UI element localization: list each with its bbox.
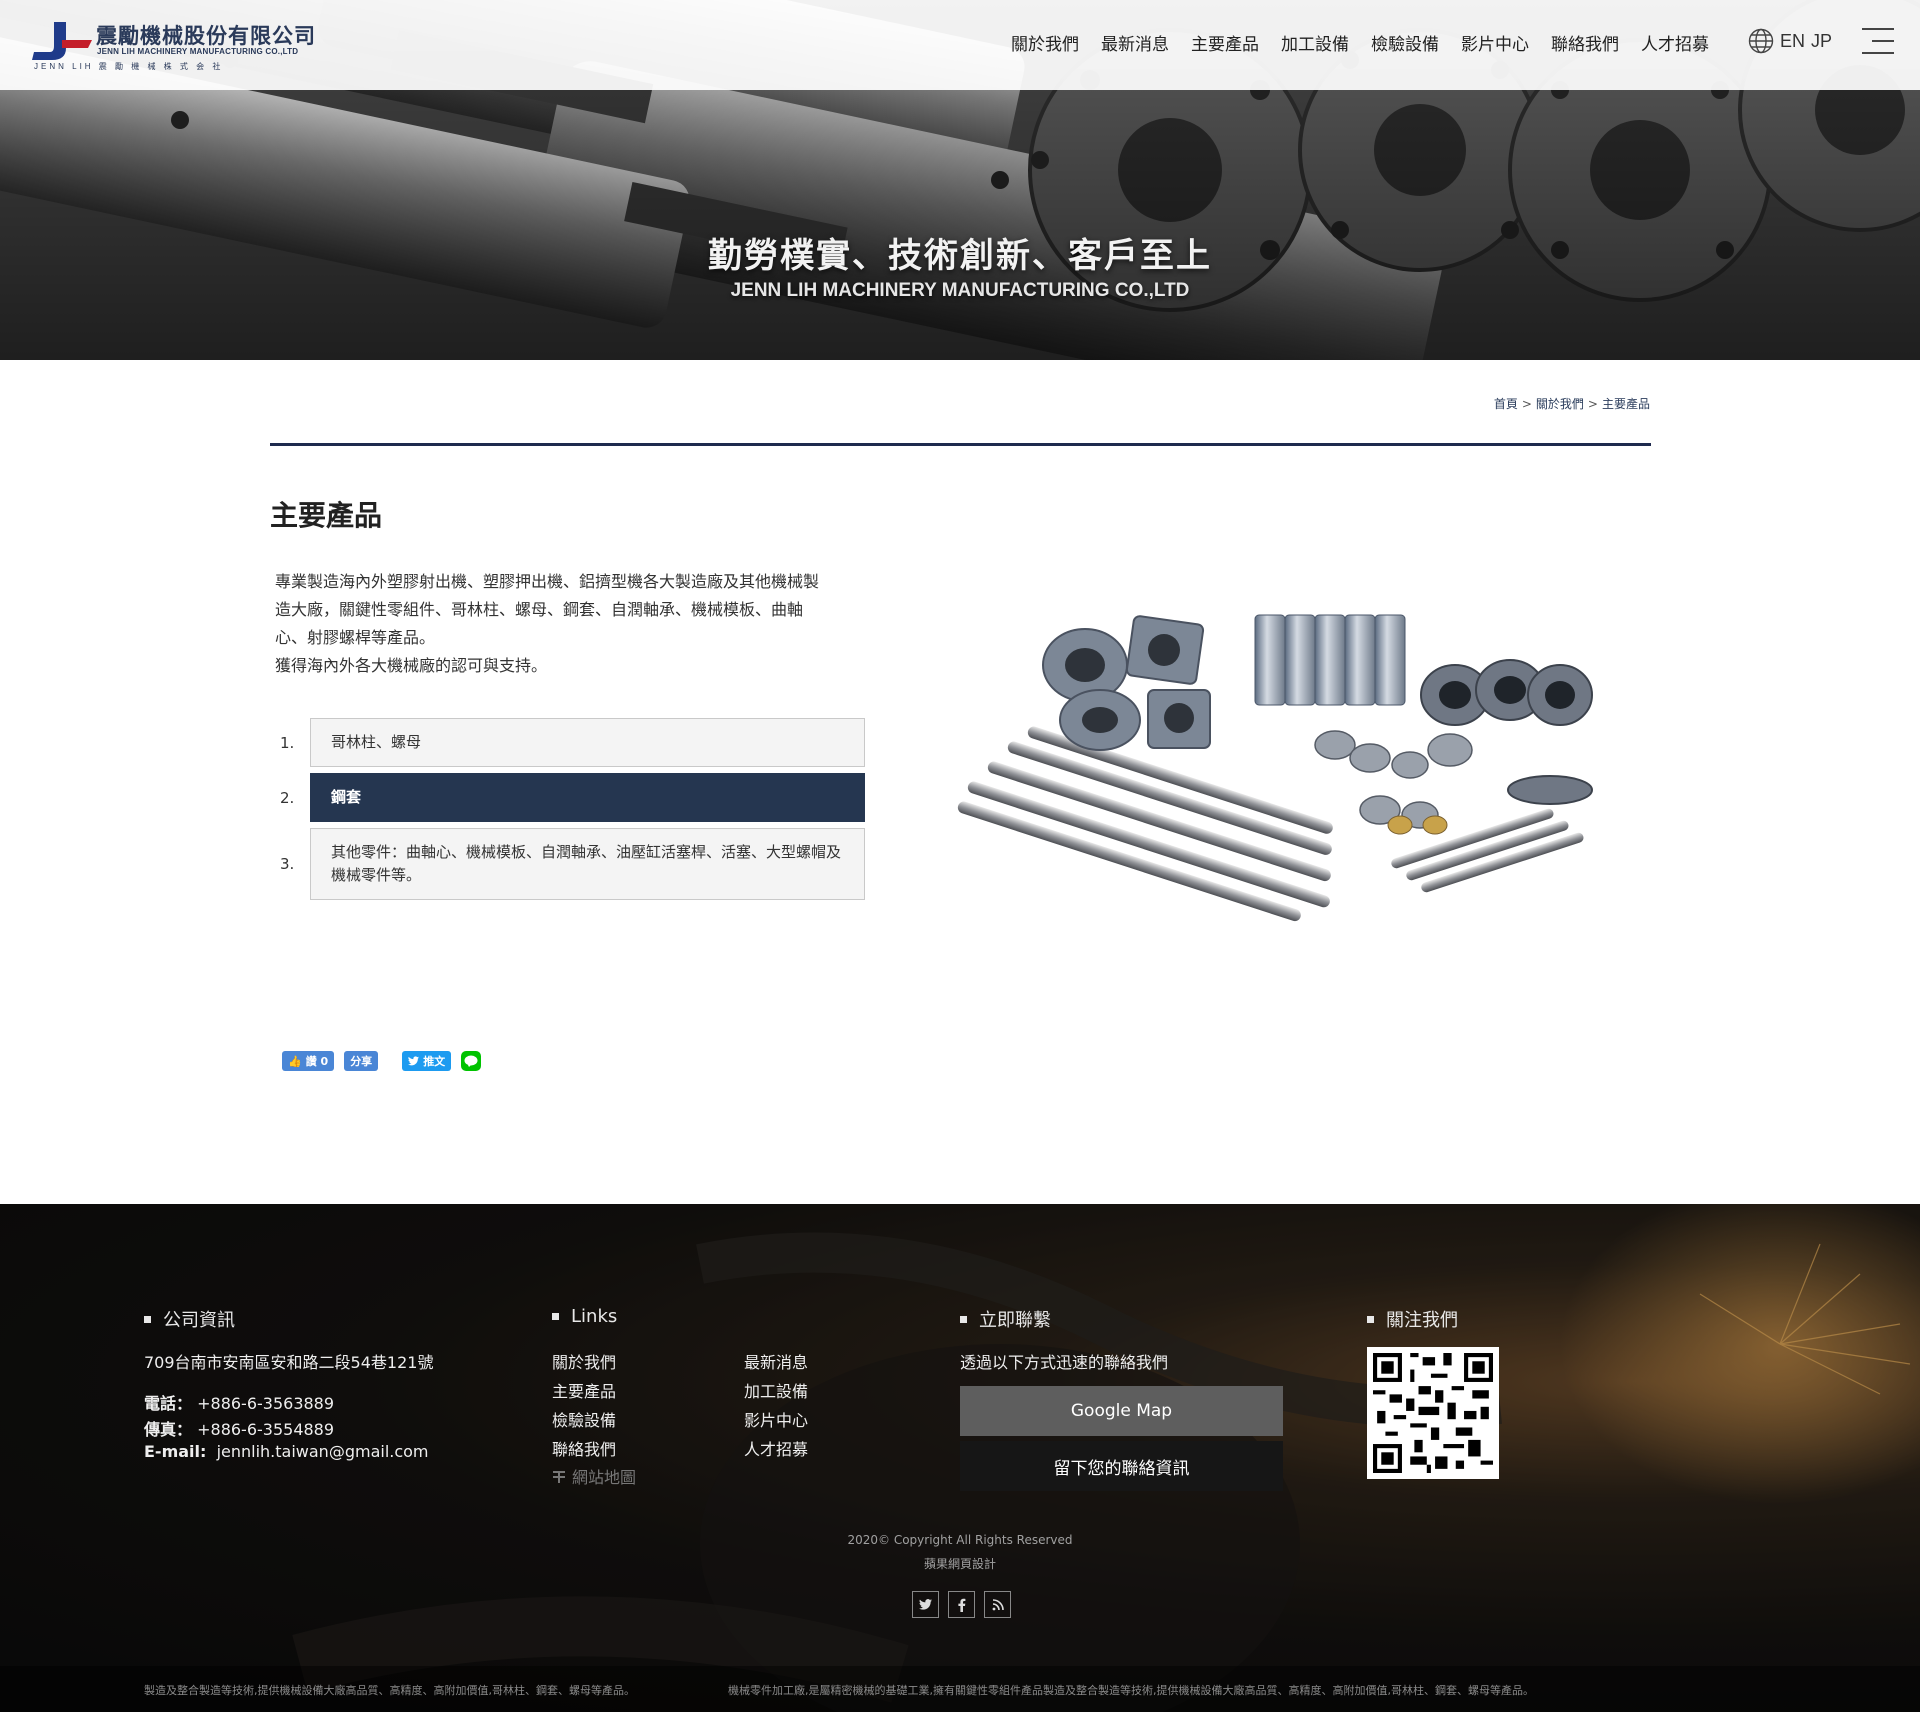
qr-code-image [1367,1347,1499,1479]
footer-bottom-text-right: 機械零件加工廠,是屬精密機械的基礎工業,擁有關鍵性零組件產品製造及整合製造等技術… [728,1684,1534,1697]
intro-line: 專業製造海內外塑膠射出機、塑膠押出機、鋁擠型機各大製造廠及其他機械製 [275,572,820,591]
logo-company-english: JENN LIH MACHINERY MANUFACTURING CO.,LTD [97,47,299,56]
intro-line: 心、射膠螺桿等產品。 [275,628,436,647]
footer-address: 709台南市安南區安和路二段54巷121號 [144,1353,434,1372]
list-item: 3. 其他零件：曲軸心、機械模板、自潤軸承、油壓缸活塞桿、活塞、大型螺帽及機械零… [280,828,865,900]
product-steel-sleeve[interactable]: 鋼套 [310,773,865,822]
copyright-text: 2020© Copyright All Rights Reserved [847,1533,1073,1547]
footer-company-title: 公司資訊 [144,1306,235,1332]
intro-line: 造大廠，關鍵性零組件、哥林柱、螺母、鋼套、自潤軸承、機械模板、曲軸 [275,600,804,619]
intro-text: 專業製造海內外塑膠射出機、塑膠押出機、鋁擠型機各大製造廠及其他機械製 造大廠，關… [275,568,865,680]
nav-news[interactable]: 最新消息 [1090,30,1180,55]
breadcrumb-current[interactable]: 主要產品 [1602,397,1650,411]
like-count: 讚 0 [305,1055,329,1068]
list-item: 2. 鋼套 [280,773,865,822]
footer-link-news[interactable]: 最新消息 [744,1349,808,1373]
hamburger-icon[interactable] [1862,28,1894,54]
footer-link-recruitment[interactable]: 人才招募 [744,1436,808,1460]
nav-inspection-equipment[interactable]: 檢驗設備 [1360,30,1450,55]
product-parts-image [957,614,1593,922]
google-map-button[interactable]: Google Map [960,1386,1283,1436]
nav-video-center[interactable]: 影片中心 [1450,30,1540,55]
footer-contact-text: 透過以下方式迅速的聯絡我們 [960,1353,1169,1372]
globe-icon [1748,28,1774,54]
footer-link-about[interactable]: 關於我們 [552,1349,616,1373]
line-icon[interactable] [461,1051,482,1071]
lang-jp-link[interactable]: JP [1811,31,1832,52]
intro-line: 獲得海內外各大機械廠的認可與支持。 [275,656,548,675]
social-share-bar: 👍 讚 0 分享 推文 [282,1051,482,1071]
banner-title: 勤勞樸實、技術創新、客戶至上 [708,236,1212,276]
footer-contact-title: 立即聯繫 [960,1306,1051,1332]
product-other-parts[interactable]: 其他零件：曲軸心、機械模板、自潤軸承、油壓缸活塞桿、活塞、大型螺帽及機械零件等。 [310,828,865,900]
rss-icon[interactable] [984,1591,1011,1618]
footer-fax: 傳真： +886-6-3554889 [144,1420,335,1439]
footer-link-inspection[interactable]: 檢驗設備 [552,1407,616,1431]
footer-tel: 電話： +886-6-3563889 [144,1394,335,1413]
footer-link-processing[interactable]: 加工設備 [744,1378,808,1402]
footer-link-videos[interactable]: 影片中心 [744,1407,808,1431]
twitter-icon[interactable] [912,1591,939,1618]
breadcrumb: 首頁 > 關於我們 > 主要產品 [1493,397,1650,411]
logo-company-name: 震勵機械股份有限公司 [96,24,316,48]
footer-links-title: Links [552,1306,617,1327]
product-tie-bar-nut[interactable]: 哥林柱、螺母 [310,718,865,767]
list-item: 1. 哥林柱、螺母 [280,718,865,767]
company-logo[interactable]: 震勵機械股份有限公司 JENN LIH MACHINERY MANUFACTUR… [32,18,322,74]
facebook-like-button[interactable]: 👍 讚 0 [282,1051,335,1071]
footer-email[interactable]: E-mail: jennlih.taiwan@gmail.com [144,1442,429,1461]
nav-contact[interactable]: 聯絡我們 [1540,30,1630,55]
nav-recruitment[interactable]: 人才招募 [1630,30,1720,55]
twitter-tweet-button[interactable]: 推文 [402,1051,452,1071]
nav-products[interactable]: 主要產品 [1180,30,1270,55]
footer-sitemap-link[interactable]: 網站地圖 [552,1464,636,1488]
twitter-icon [408,1056,420,1066]
product-list: 1. 哥林柱、螺母 2. 鋼套 3. 其他零件：曲軸心、機械模板、自潤軸承、油壓… [280,718,865,906]
designer-credit[interactable]: 蘋果網頁設計 [0,1552,1920,1576]
logo-company-subtitle: JENN LIH 震 勵 機 械 株 式 会 社 [34,62,224,71]
product-number: 3. [280,855,295,873]
logo-mark-icon [32,22,92,60]
footer-link-contact[interactable]: 聯絡我們 [552,1436,616,1460]
nav-processing-equipment[interactable]: 加工設備 [1270,30,1360,55]
product-number: 1. [280,733,295,752]
lang-en-link[interactable]: EN [1780,31,1805,52]
footer-bottom-text-left: 製造及整合製造等技術,提供機械設備大廠高品質、高精度、高附加價值,哥林柱、鋼套、… [144,1684,635,1697]
footer-link-products[interactable]: 主要產品 [552,1378,616,1402]
sitemap-icon [553,1471,565,1483]
nav-about[interactable]: 關於我們 [1000,30,1090,55]
copyright: 2020© Copyright All Rights Reserved 蘋果網頁… [0,1528,1920,1576]
tweet-label: 推文 [423,1055,446,1068]
facebook-share-button[interactable]: 分享 [344,1051,379,1071]
language-switcher: EN JP [1748,28,1832,54]
main-nav: 關於我們 最新消息 主要產品 加工設備 檢驗設備 影片中心 聯絡我們 人才招募 [1000,30,1720,55]
leave-contact-button[interactable]: 留下您的聯絡資訊 [960,1441,1283,1491]
facebook-icon[interactable] [948,1591,975,1618]
product-number: 2. [280,788,295,807]
breadcrumb-about[interactable]: 關於我們 [1536,397,1584,411]
page-title: 主要產品 [270,499,383,532]
footer-follow-title: 關注我們 [1367,1306,1458,1332]
section-divider [270,443,1651,446]
facebook-like-icon: 👍 [288,1054,302,1068]
site-header: 震勵機械股份有限公司 JENN LIH MACHINERY MANUFACTUR… [0,0,1920,90]
footer-social-icons [912,1591,1011,1618]
breadcrumb-home[interactable]: 首頁 [1494,397,1518,411]
banner-subtitle: JENN LIH MACHINERY MANUFACTURING CO.,LTD [730,280,1190,301]
